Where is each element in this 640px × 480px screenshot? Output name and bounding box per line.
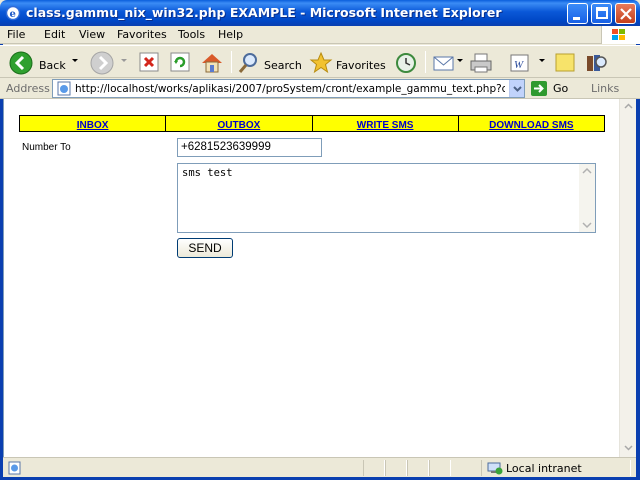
discuss-button[interactable] — [553, 50, 577, 76]
status-panel — [429, 460, 451, 476]
mail-dropdown-icon[interactable] — [457, 59, 463, 62]
number-to-label: Number To — [22, 142, 71, 153]
inbox-link[interactable]: INBOX — [77, 120, 109, 131]
download-sms-link[interactable]: DOWNLOAD SMS — [489, 120, 573, 131]
back-dropdown-icon[interactable] — [72, 59, 78, 62]
history-icon — [396, 53, 416, 73]
home-button[interactable] — [199, 50, 225, 76]
stop-button[interactable] — [137, 50, 161, 76]
mail-icon — [433, 56, 454, 71]
address-url: http://localhost/works/aplikasi/2007/pro… — [75, 83, 505, 95]
status-panel — [363, 460, 385, 476]
svg-text:e: e — [10, 9, 16, 20]
page-viewport: INBOX OUTBOX WRITE SMS DOWNLOAD SMS Numb… — [3, 99, 619, 457]
menu-file[interactable]: File — [7, 28, 25, 41]
maximize-button[interactable] — [591, 3, 612, 24]
word-document-icon: W — [510, 54, 529, 72]
browser-window: e class.gammu_nix_win32.php EXAMPLE - Mi… — [0, 0, 640, 480]
scroll-down-button[interactable] — [621, 440, 636, 455]
nav-cell-inbox: INBOX — [20, 116, 167, 131]
research-books-icon — [587, 55, 607, 71]
svg-text:W: W — [514, 59, 524, 71]
printer-icon — [470, 53, 492, 73]
menu-tools[interactable]: Tools — [178, 28, 205, 41]
close-icon — [620, 8, 632, 20]
toolbar-separator — [425, 51, 426, 73]
go-button[interactable]: Go — [530, 80, 576, 97]
edit-word-button[interactable]: W — [507, 50, 533, 76]
forward-button[interactable] — [89, 50, 115, 76]
note-icon — [555, 53, 575, 72]
go-label: Go — [553, 82, 569, 95]
toolbar: Back Search Favorites W — [0, 45, 640, 78]
menu-bar: File Edit View Favorites Tools Help — [0, 26, 640, 44]
window-title: class.gammu_nix_win32.php EXAMPLE - Micr… — [26, 5, 502, 20]
chevron-down-icon — [624, 445, 633, 451]
back-label: Back — [39, 59, 66, 72]
menu-view[interactable]: View — [79, 28, 105, 41]
minimize-icon — [573, 17, 580, 20]
zone-label: Local intranet — [506, 462, 582, 475]
address-label: Address — [6, 82, 50, 95]
stop-icon — [139, 52, 159, 72]
edit-dropdown-icon[interactable] — [539, 59, 545, 62]
status-panel — [385, 460, 407, 476]
nav-cell-write-sms: WRITE SMS — [313, 116, 459, 131]
go-arrow-icon — [531, 81, 547, 96]
sms-nav-bar: INBOX OUTBOX WRITE SMS DOWNLOAD SMS — [19, 115, 605, 132]
back-button[interactable]: Back — [8, 50, 70, 76]
menu-edit[interactable]: Edit — [44, 28, 65, 41]
history-button[interactable] — [393, 50, 419, 76]
textarea-scrollbar[interactable] — [579, 164, 595, 232]
back-arrow-icon — [9, 51, 33, 75]
research-button[interactable] — [583, 50, 609, 76]
address-input[interactable]: http://localhost/works/aplikasi/2007/pro… — [52, 79, 525, 98]
nav-cell-download-sms: DOWNLOAD SMS — [459, 116, 604, 131]
status-bar: Local intranet — [3, 457, 636, 477]
scroll-up-button[interactable] — [621, 99, 636, 114]
status-panel — [407, 460, 429, 476]
print-button[interactable] — [468, 50, 494, 76]
search-icon — [238, 53, 257, 73]
page-status-icon — [8, 461, 21, 475]
page-scrollbar[interactable] — [619, 99, 636, 457]
refresh-button[interactable] — [168, 50, 192, 76]
windows-logo — [601, 26, 640, 44]
address-dropdown-button[interactable] — [509, 80, 524, 97]
star-icon — [309, 51, 333, 74]
send-button[interactable]: SEND — [177, 238, 233, 258]
chevron-up-icon — [624, 103, 633, 109]
nav-cell-outbox: OUTBOX — [166, 116, 313, 131]
links-toolbar[interactable]: Links — [591, 82, 619, 95]
favorites-label: Favorites — [336, 59, 386, 72]
title-bar[interactable]: e class.gammu_nix_win32.php EXAMPLE - Mi… — [0, 0, 640, 26]
mail-button[interactable] — [431, 50, 457, 76]
favorites-button[interactable]: Favorites — [309, 50, 386, 76]
outbox-link[interactable]: OUTBOX — [217, 120, 260, 131]
number-to-input[interactable]: +6281523639999 — [177, 138, 322, 157]
write-sms-link[interactable]: WRITE SMS — [357, 120, 414, 131]
close-button[interactable] — [615, 3, 636, 24]
home-icon — [202, 54, 222, 73]
toolbar-separator — [231, 51, 232, 73]
chevron-down-icon — [513, 86, 522, 92]
windows-flag-icon — [612, 29, 625, 40]
search-button[interactable]: Search — [237, 50, 302, 76]
internet-explorer-icon: e — [5, 5, 21, 21]
scroll-arrows-icon — [582, 167, 592, 229]
search-label: Search — [264, 59, 302, 72]
address-bar: Address http://localhost/works/aplikasi/… — [0, 78, 640, 99]
forward-dropdown-icon[interactable] — [121, 59, 127, 62]
message-textarea[interactable]: sms test — [177, 163, 596, 233]
message-text: sms test — [182, 167, 233, 179]
refresh-icon — [170, 52, 190, 72]
maximize-icon — [596, 7, 608, 19]
menu-help[interactable]: Help — [218, 28, 243, 41]
forward-arrow-icon — [90, 51, 114, 75]
menu-favorites[interactable]: Favorites — [117, 28, 167, 41]
page-icon — [57, 81, 71, 96]
local-intranet-icon — [487, 462, 503, 475]
minimize-button[interactable] — [567, 3, 588, 24]
